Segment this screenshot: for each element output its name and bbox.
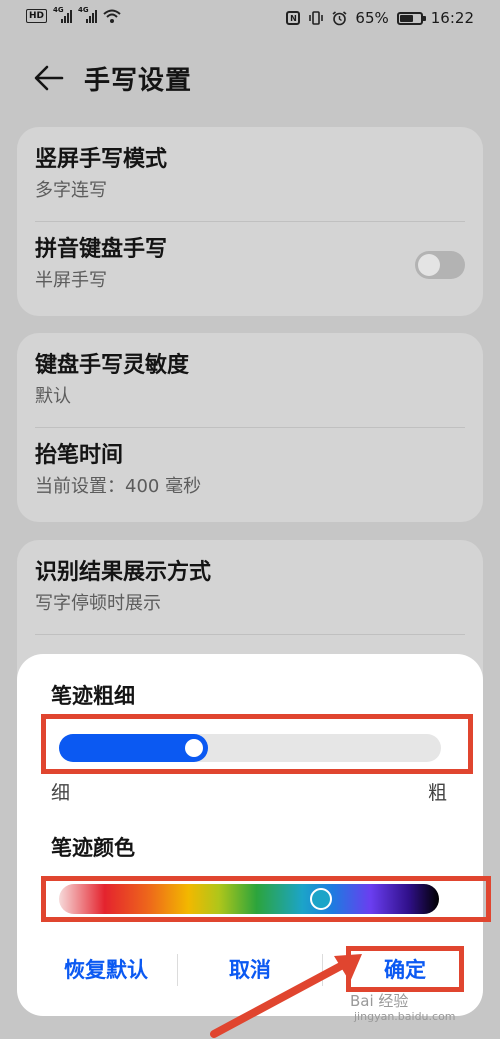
wifi-icon bbox=[103, 9, 121, 23]
clock: 16:22 bbox=[430, 9, 474, 27]
back-arrow-icon[interactable] bbox=[34, 64, 64, 92]
divider bbox=[35, 634, 465, 635]
battery-fill bbox=[399, 14, 413, 22]
cancel-button[interactable]: 取消 bbox=[183, 954, 317, 984]
divider bbox=[35, 221, 465, 222]
status-right: N 65% 16:22 bbox=[286, 9, 474, 27]
hd-voice-icon: HD bbox=[26, 9, 48, 23]
battery-percent: 65% bbox=[355, 9, 389, 27]
button-separator bbox=[322, 954, 323, 986]
vibrate-icon bbox=[309, 11, 324, 25]
item-subtitle: 半屏手写 bbox=[35, 270, 107, 291]
alarm-icon bbox=[332, 10, 347, 25]
item-subtitle: 多字连写 bbox=[35, 180, 107, 201]
highlight-thickness-box bbox=[41, 714, 473, 774]
stroke-settings-sheet: 笔迹粗细 细 粗 笔迹颜色 恢复默认 取消 确定 bbox=[17, 654, 491, 1016]
signal-1-icon bbox=[53, 6, 73, 23]
status-bar: HD N 65% 16:22 bbox=[0, 0, 500, 38]
item-subtitle: 当前设置：400 毫秒 bbox=[35, 476, 202, 497]
item-title: 竖屏手写模式 bbox=[35, 147, 168, 172]
toggle-knob bbox=[418, 254, 440, 276]
item-title: 拼音键盘手写 bbox=[35, 237, 168, 262]
button-separator bbox=[177, 954, 178, 986]
item-portrait-handwriting-mode[interactable]: 竖屏手写模式 多字连写 bbox=[35, 145, 465, 204]
item-pinyin-keyboard-handwriting[interactable]: 拼音键盘手写 半屏手写 bbox=[35, 235, 465, 294]
watermark: Bai 经验 bbox=[350, 992, 409, 1010]
signal-2-icon bbox=[78, 6, 98, 23]
pinyin-handwriting-toggle[interactable] bbox=[415, 251, 465, 279]
item-recognition-result-display[interactable]: 识别结果展示方式 写字停顿时展示 bbox=[35, 558, 465, 617]
item-subtitle: 写字停顿时展示 bbox=[35, 593, 161, 614]
page-title: 手写设置 bbox=[84, 66, 193, 96]
item-title: 键盘手写灵敏度 bbox=[35, 353, 190, 378]
highlight-color-box bbox=[41, 876, 491, 922]
app-header: 手写设置 bbox=[0, 50, 500, 106]
card-sensitivity: 键盘手写灵敏度 默认 抬笔时间 当前设置：400 毫秒 bbox=[17, 333, 483, 522]
watermark-url: jingyan.baidu.com bbox=[354, 1010, 456, 1023]
stroke-color-label: 笔迹颜色 bbox=[51, 836, 135, 860]
item-subtitle: 默认 bbox=[35, 386, 71, 407]
item-title: 识别结果展示方式 bbox=[35, 560, 212, 585]
item-keyboard-handwriting-sensitivity[interactable]: 键盘手写灵敏度 默认 bbox=[35, 351, 465, 410]
thin-label: 细 bbox=[51, 782, 71, 804]
item-pen-lift-time[interactable]: 抬笔时间 当前设置：400 毫秒 bbox=[35, 441, 465, 500]
divider bbox=[35, 427, 465, 428]
status-left: HD bbox=[26, 6, 121, 23]
item-title: 抬笔时间 bbox=[35, 443, 124, 468]
restore-default-button[interactable]: 恢复默认 bbox=[39, 954, 173, 984]
thick-label: 粗 bbox=[428, 782, 448, 804]
nfc-icon: N bbox=[286, 11, 301, 25]
confirm-button[interactable]: 确定 bbox=[339, 954, 471, 984]
stroke-thickness-label: 笔迹粗细 bbox=[51, 684, 135, 708]
card-handwriting-mode: 竖屏手写模式 多字连写 拼音键盘手写 半屏手写 bbox=[17, 127, 483, 316]
battery-icon bbox=[396, 11, 426, 25]
